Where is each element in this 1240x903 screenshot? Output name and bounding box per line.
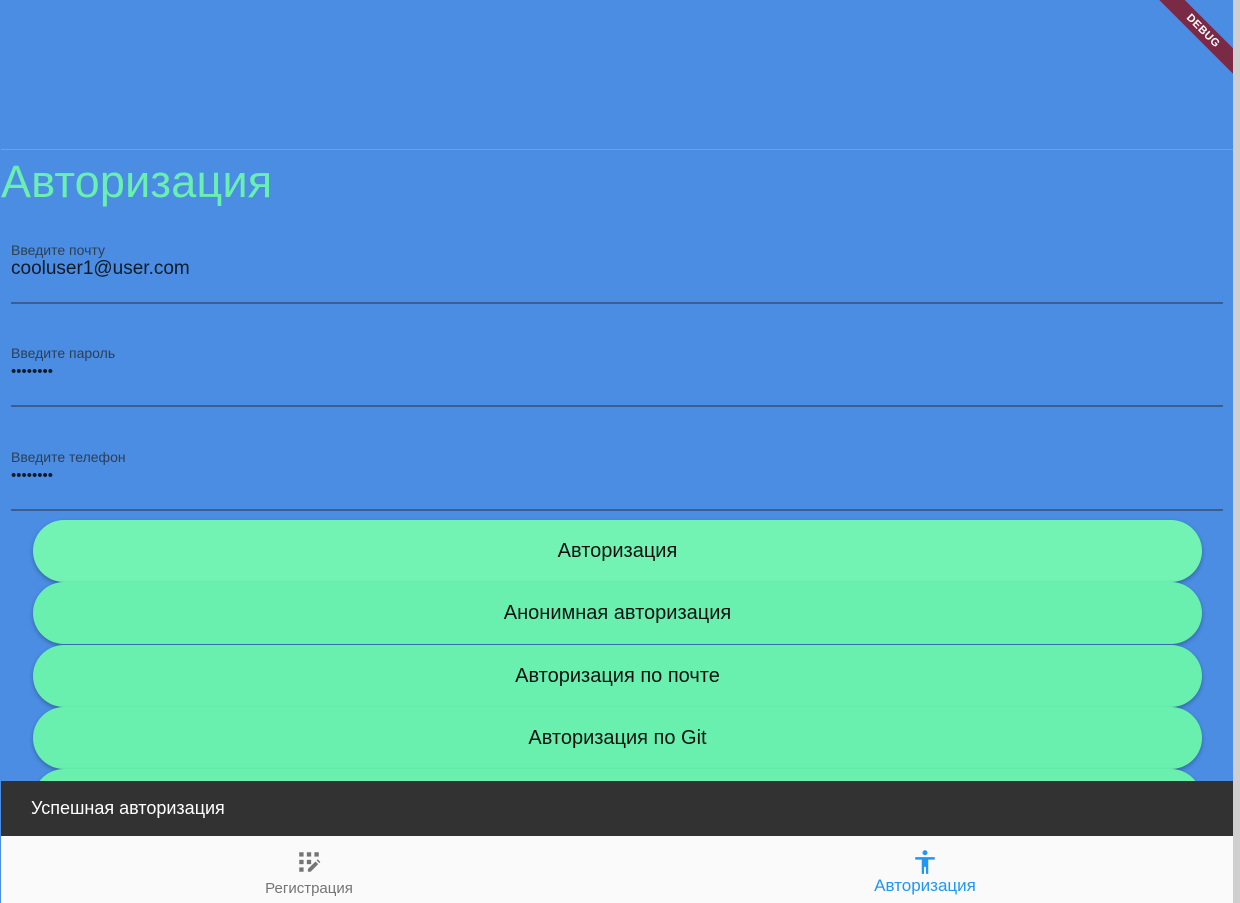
password-field-label: Введите пароль (11, 345, 116, 361)
app-registration-icon (299, 852, 321, 872)
debug-banner: DEBUG (1143, 0, 1233, 90)
app-bar (1, 0, 1233, 150)
window-edge (1233, 0, 1240, 903)
phone-field-label: Введите телефон (11, 449, 126, 465)
debug-banner-label: DEBUG (1154, 0, 1233, 80)
login-button[interactable]: Авторизация (33, 520, 1202, 582)
nav-label-authorization: Авторизация (874, 876, 976, 895)
phone-field[interactable]: Введите телефон •••••••• (11, 449, 1223, 511)
nav-item-registration[interactable]: Регистрация (1, 836, 617, 903)
app-window: DEBUG Авторизация Введите почту cooluser… (1, 0, 1233, 903)
git-login-button[interactable]: Авторизация по Git (33, 707, 1202, 769)
anonymous-login-button[interactable]: Анонимная авторизация (33, 582, 1202, 644)
accessibility-icon (915, 850, 935, 874)
nav-label-registration: Регистрация (265, 880, 353, 897)
snackbar-message: Успешная авторизация (31, 798, 225, 818)
password-field-value[interactable]: •••••••• (11, 363, 53, 380)
email-field[interactable]: Введите почту cooluser1@user.com (11, 242, 1223, 304)
email-field-label: Введите почту (11, 242, 105, 258)
page-title: Авторизация (1, 156, 273, 207)
password-field[interactable]: Введите пароль •••••••• (11, 345, 1223, 407)
bottom-navigation-bar: Регистрация Авторизация (1, 836, 1233, 903)
nav-item-authorization[interactable]: Авторизация (617, 836, 1233, 903)
email-field-value[interactable]: cooluser1@user.com (11, 258, 190, 280)
email-login-button[interactable]: Авторизация по почте (33, 645, 1202, 707)
snackbar: Успешная авторизация (1, 781, 1233, 836)
phone-field-value[interactable]: •••••••• (11, 467, 53, 484)
